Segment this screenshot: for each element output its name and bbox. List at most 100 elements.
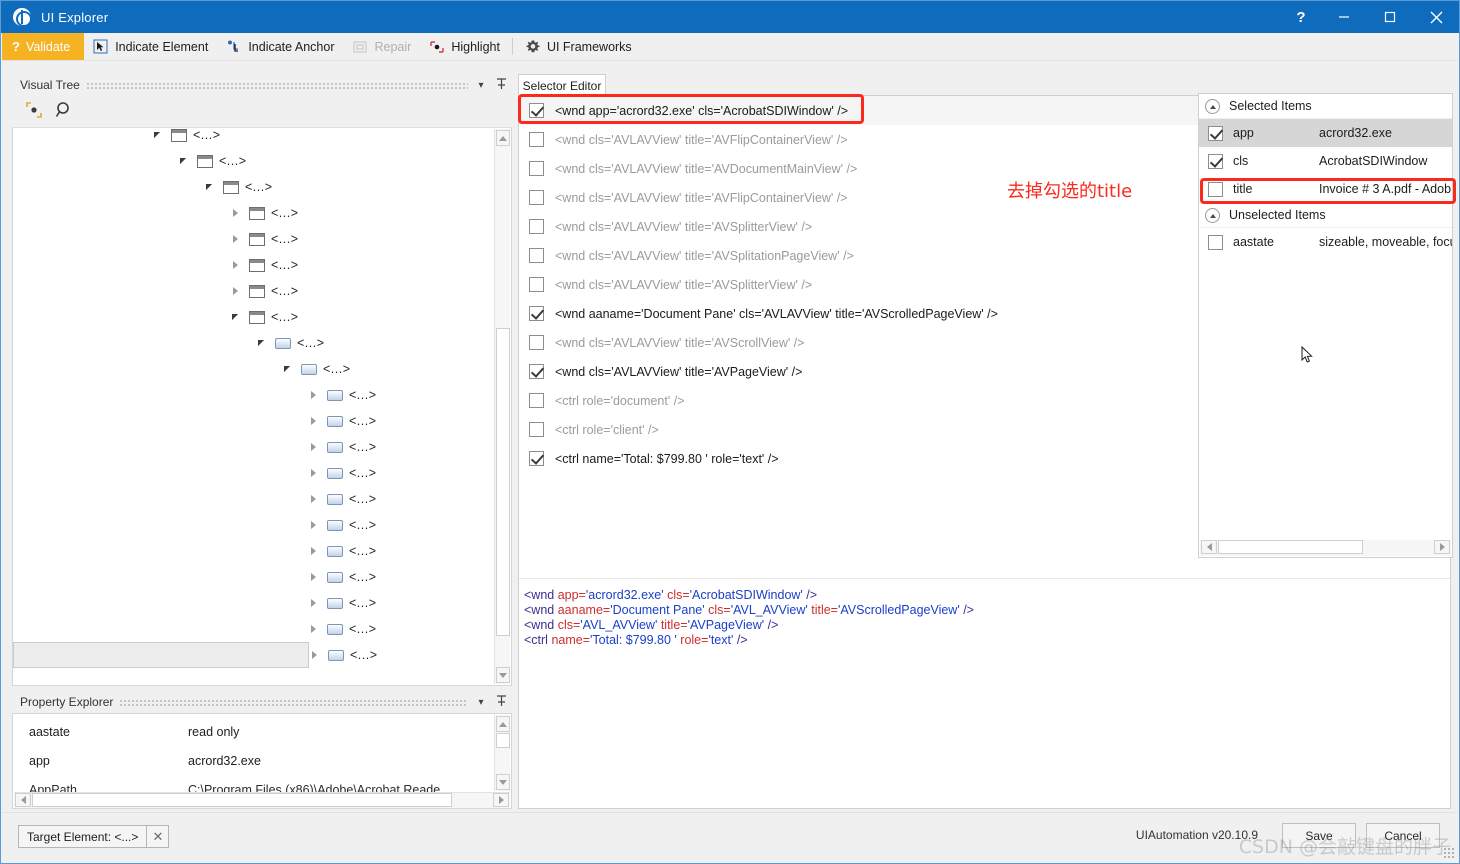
expand-triangle-icon[interactable] bbox=[151, 128, 165, 142]
cancel-button[interactable]: Cancel bbox=[1366, 823, 1440, 848]
attribute-checkbox[interactable] bbox=[1208, 181, 1223, 197]
visual-tree-scrollbar[interactable] bbox=[494, 129, 510, 684]
tree-node[interactable]: <...> bbox=[13, 226, 493, 252]
tree-node[interactable]: <...> bbox=[13, 616, 493, 642]
collapse-triangle-icon[interactable] bbox=[229, 206, 243, 220]
attribute-group-header[interactable]: Unselected Items bbox=[1199, 203, 1452, 228]
scroll-left-button[interactable] bbox=[15, 793, 31, 807]
close-button[interactable] bbox=[1413, 1, 1459, 33]
close-icon[interactable]: ✕ bbox=[146, 826, 168, 847]
selector-row-checkbox[interactable] bbox=[529, 451, 544, 466]
tree-node[interactable]: <...> bbox=[13, 304, 493, 330]
property-rows[interactable]: aastate read only app acrord32.exe AppPath C:… bbox=[13, 717, 493, 804]
tree-node[interactable]: <...> bbox=[13, 408, 493, 434]
scroll-right-button[interactable] bbox=[493, 793, 509, 807]
maximize-button[interactable] bbox=[1367, 1, 1413, 33]
validate-button[interactable]: ? Validate bbox=[2, 33, 85, 60]
collapse-triangle-icon[interactable] bbox=[307, 492, 321, 506]
property-row[interactable]: app acrord32.exe bbox=[13, 746, 493, 775]
attribute-checkbox[interactable] bbox=[1208, 234, 1223, 250]
tree-node[interactable]: <...> bbox=[13, 148, 493, 174]
tree-node[interactable]: <...> bbox=[13, 434, 493, 460]
visual-tree-pin-icon[interactable] bbox=[494, 77, 508, 93]
highlight-button[interactable]: Highlight bbox=[420, 33, 509, 60]
tree-node[interactable]: <...> bbox=[13, 564, 493, 590]
scroll-down-button[interactable] bbox=[496, 667, 510, 683]
tree-node[interactable]: <...> bbox=[13, 538, 493, 564]
selector-row-checkbox[interactable] bbox=[529, 335, 544, 350]
attribute-group-header[interactable]: Selected Items bbox=[1199, 94, 1452, 119]
property-explorer-hscrollbar[interactable] bbox=[14, 792, 510, 808]
collapse-triangle-icon[interactable] bbox=[307, 440, 321, 454]
scroll-left-button[interactable] bbox=[1201, 540, 1217, 554]
tree-node[interactable]: <...> bbox=[13, 590, 493, 616]
scrollbar-thumb[interactable] bbox=[496, 733, 510, 748]
collapse-triangle-icon[interactable] bbox=[307, 414, 321, 428]
tree-node[interactable]: <...> bbox=[13, 642, 377, 668]
refresh-indicate-icon[interactable] bbox=[24, 100, 44, 123]
selector-row-checkbox[interactable] bbox=[529, 393, 544, 408]
scrollbar-thumb[interactable] bbox=[496, 328, 510, 636]
scroll-right-button[interactable] bbox=[1434, 540, 1450, 554]
tree-node[interactable]: <...> bbox=[13, 330, 493, 356]
expand-triangle-icon[interactable] bbox=[203, 180, 217, 194]
visual-tree-collapse-icon[interactable]: ▾ bbox=[474, 80, 488, 91]
tree-node[interactable]: <...> bbox=[13, 512, 493, 538]
indicate-anchor-button[interactable]: Indicate Anchor bbox=[217, 33, 343, 60]
scroll-down-button[interactable] bbox=[496, 774, 510, 790]
collapse-triangle-icon[interactable] bbox=[307, 388, 321, 402]
collapse-triangle-icon[interactable] bbox=[307, 544, 321, 558]
tree-node[interactable]: <...> bbox=[13, 278, 493, 304]
selector-row-checkbox[interactable] bbox=[529, 277, 544, 292]
tree-node[interactable]: <...> bbox=[13, 486, 493, 512]
save-button[interactable]: Save bbox=[1282, 823, 1356, 848]
attribute-checkbox[interactable] bbox=[1208, 125, 1223, 141]
selector-row-checkbox[interactable] bbox=[529, 306, 544, 321]
collapse-triangle-icon[interactable] bbox=[308, 648, 322, 662]
resize-grip[interactable] bbox=[1443, 847, 1455, 859]
chevron-up-icon[interactable] bbox=[1205, 207, 1220, 223]
property-explorer-pin-icon[interactable] bbox=[494, 694, 508, 710]
collapse-triangle-icon[interactable] bbox=[307, 622, 321, 636]
target-element-chip[interactable]: Target Element: <...> ✕ bbox=[18, 825, 170, 848]
tree-node[interactable]: <...> bbox=[13, 174, 493, 200]
attribute-checkbox[interactable] bbox=[1208, 153, 1223, 169]
tree-node[interactable]: <...> bbox=[13, 252, 493, 278]
ui-frameworks-button[interactable]: UI Frameworks bbox=[516, 33, 641, 60]
expand-triangle-icon[interactable] bbox=[229, 310, 243, 324]
collapse-triangle-icon[interactable] bbox=[229, 232, 243, 246]
tree-node[interactable]: <...> bbox=[13, 128, 493, 148]
tree-node[interactable]: <...> bbox=[13, 356, 493, 382]
indicate-element-button[interactable]: Indicate Element bbox=[84, 33, 217, 60]
tree-node[interactable]: <...> bbox=[13, 200, 493, 226]
tree-node[interactable]: <...> bbox=[13, 460, 493, 486]
attribute-row[interactable]: cls AcrobatSDIWindow bbox=[1199, 147, 1452, 175]
selector-row-checkbox[interactable] bbox=[529, 422, 544, 437]
help-button[interactable]: ? bbox=[1281, 1, 1321, 33]
property-row[interactable]: aastate read only bbox=[13, 717, 493, 746]
attribute-row[interactable]: aastate sizeable, moveable, focu bbox=[1199, 228, 1452, 256]
scroll-up-button[interactable] bbox=[496, 130, 510, 146]
selector-row-checkbox[interactable] bbox=[529, 248, 544, 263]
property-explorer-collapse-icon[interactable]: ▾ bbox=[474, 697, 488, 708]
visual-tree-list[interactable]: <...> <...> <...> <...> <...> <...> <...> <...>… bbox=[13, 128, 493, 668]
collapse-triangle-icon[interactable] bbox=[307, 596, 321, 610]
attributes-hscrollbar[interactable] bbox=[1200, 540, 1451, 556]
expand-triangle-icon[interactable] bbox=[281, 362, 295, 376]
hscrollbar-thumb[interactable] bbox=[32, 793, 452, 807]
selector-row-checkbox[interactable] bbox=[529, 161, 544, 176]
tree-node[interactable]: <...> bbox=[13, 382, 493, 408]
attribute-row[interactable]: app acrord32.exe bbox=[1199, 119, 1452, 147]
collapse-triangle-icon[interactable] bbox=[307, 518, 321, 532]
collapse-triangle-icon[interactable] bbox=[229, 258, 243, 272]
selector-row-checkbox[interactable] bbox=[529, 219, 544, 234]
attribute-row[interactable]: title Invoice # 3 A.pdf - Adob bbox=[1199, 175, 1452, 203]
attribute-groups[interactable]: Selected Items app acrord32.exe cls AcrobatS… bbox=[1199, 94, 1452, 256]
tab-selector-editor[interactable]: Selector Editor bbox=[518, 74, 606, 96]
minimize-button[interactable] bbox=[1321, 1, 1367, 33]
repair-button[interactable]: Repair bbox=[343, 33, 420, 60]
chevron-up-icon[interactable] bbox=[1205, 98, 1220, 114]
selector-row-checkbox[interactable] bbox=[529, 190, 544, 205]
expand-triangle-icon[interactable] bbox=[255, 336, 269, 350]
collapse-triangle-icon[interactable] bbox=[229, 284, 243, 298]
